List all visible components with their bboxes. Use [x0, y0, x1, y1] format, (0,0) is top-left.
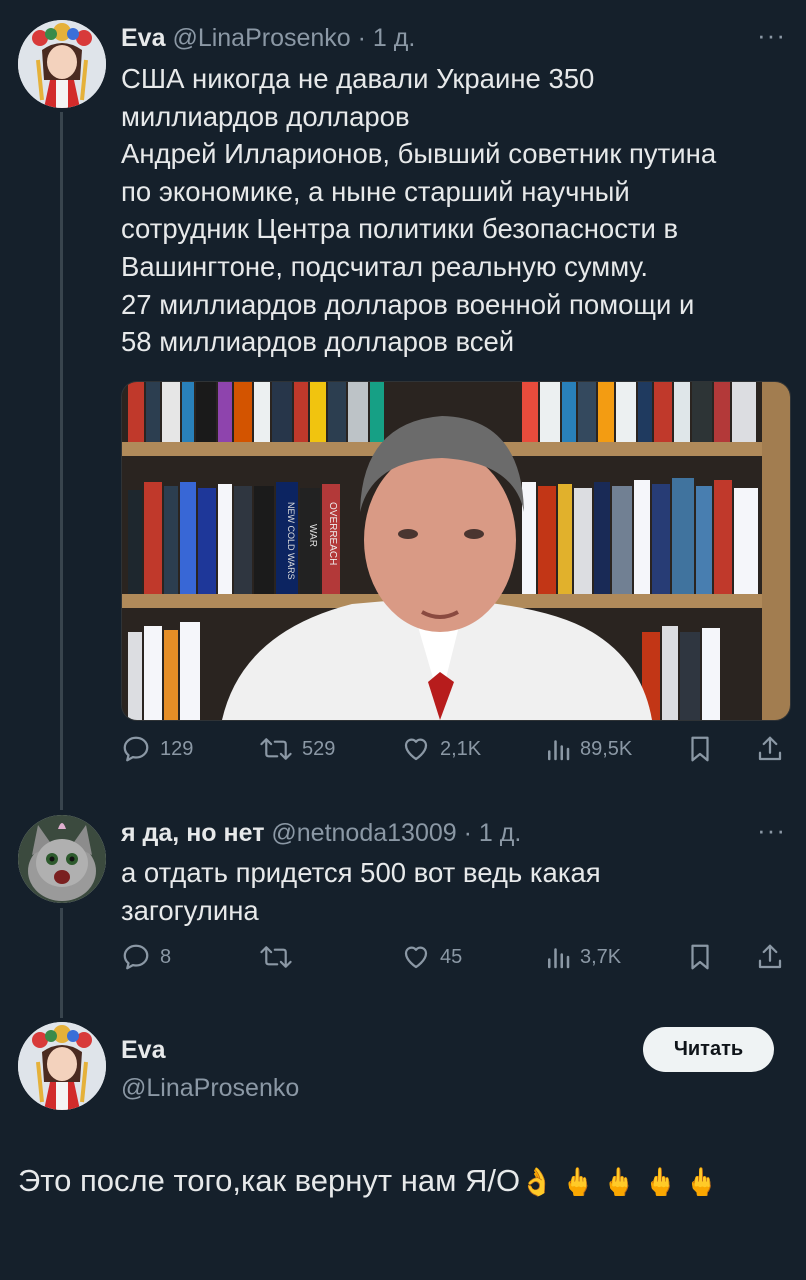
more-options-icon[interactable]: ··· — [757, 20, 786, 51]
profile-handle[interactable]: @LinaProsenko — [121, 1074, 299, 1103]
avatar[interactable] — [18, 815, 106, 903]
reply-actions: 8 45 3,7K — [121, 942, 789, 982]
tweet-text-line: миллиардов долларов — [121, 100, 410, 132]
author-name[interactable]: Eva — [121, 1036, 165, 1064]
avatar[interactable] — [18, 20, 106, 108]
reply-icon — [123, 944, 149, 970]
bookmark-button[interactable] — [687, 734, 713, 764]
retweet-button[interactable]: 529 — [259, 734, 335, 764]
tweet-media-image[interactable]: WAR NEW COLD WARS OVERREACH — [121, 381, 791, 721]
tweet-header: Eva @LinaProsenko · 1 д. — [121, 24, 415, 53]
like-count: 2,1K — [440, 737, 482, 760]
avatar-illustration — [18, 20, 106, 108]
avatar-illustration — [18, 1022, 106, 1110]
bookmark-button[interactable] — [687, 942, 713, 972]
tweet-text-line: США никогда не давали Украине 350 — [121, 63, 595, 94]
tweet-text-line: Вашингтоне, подсчитал реальную сумму. — [121, 250, 649, 282]
like-count: 45 — [440, 945, 463, 968]
reply-icon — [123, 736, 149, 762]
reply-text-line: а отдать придется 500 вот ведь какая — [121, 857, 601, 888]
tweet-text-line: Андрей Илларионов, бывший советник путин… — [121, 138, 717, 170]
views-count: 3,7K — [580, 945, 622, 968]
share-button[interactable] — [755, 942, 785, 972]
tweet-text-line: сотрудник Центра политики безопасности в — [121, 213, 679, 245]
emoji-icons: 👌 🖕 🖕 🖕 🖕 — [520, 1167, 719, 1197]
reply-count: 8 — [160, 945, 172, 968]
bookmark-icon — [691, 944, 709, 970]
share-button[interactable] — [755, 734, 785, 764]
views-button[interactable]: 3,7K — [545, 942, 621, 972]
composed-reply-text: Это после того,как вернут нам Я/О — [18, 1163, 521, 1198]
retweet-count: 529 — [302, 737, 336, 760]
thread-line — [60, 908, 63, 1018]
views-icon — [548, 948, 570, 969]
tweet-text-line: 27 миллиардов долларов военной помощи и — [121, 288, 695, 320]
avatar[interactable] — [18, 1022, 106, 1110]
tweet-time[interactable]: · 1 д. — [358, 24, 416, 52]
views-icon — [548, 740, 570, 761]
retweet-icon — [260, 946, 292, 968]
share-icon — [758, 736, 782, 761]
bookmark-icon — [691, 736, 709, 762]
tweet-actions: 129 529 2,1K 89,5K — [121, 734, 789, 774]
follow-button[interactable]: Читать — [643, 1027, 774, 1072]
reply-button[interactable]: 8 — [121, 942, 171, 972]
author-name[interactable]: Eva — [121, 24, 165, 52]
share-icon — [758, 944, 782, 969]
thread-line — [60, 112, 63, 810]
reply-button[interactable]: 129 — [121, 734, 193, 764]
composed-reply: Это после того,как вернут нам Я/О👌 🖕 🖕 🖕… — [18, 1160, 788, 1203]
like-button[interactable]: 45 — [401, 942, 462, 972]
like-button[interactable]: 2,1K — [401, 734, 481, 764]
reply-header: я да, но нет @netnoda13009 · 1 д. — [121, 819, 521, 848]
retweet-icon — [260, 738, 292, 760]
author-name[interactable]: я да, но нет — [121, 819, 264, 847]
tweet-text-line: по экономике, а ныне старший научный — [121, 175, 630, 207]
retweet-button[interactable] — [259, 942, 302, 972]
avatar-illustration — [18, 815, 106, 903]
views-button[interactable]: 89,5K — [545, 734, 632, 764]
reply-count: 129 — [160, 737, 194, 760]
heart-icon — [404, 946, 428, 969]
tweet-text: США никогда не давали Украине 350 миллиа… — [121, 60, 716, 361]
reply-text: а отдать придется 500 вот ведь какая заг… — [121, 854, 601, 929]
tweet-text-line: 58 миллиардов долларов всей — [121, 326, 515, 358]
profile-name[interactable]: Eva — [121, 1036, 165, 1065]
tweet-time[interactable]: · 1 д. — [464, 819, 522, 847]
book-spine-label: WAR — [307, 524, 318, 547]
views-count: 89,5K — [580, 737, 633, 760]
video-frame-illustration: WAR NEW COLD WARS OVERREACH — [122, 382, 790, 720]
author-handle[interactable]: @LinaProsenko — [172, 24, 350, 52]
author-handle[interactable]: @netnoda13009 — [271, 819, 456, 847]
book-spine-label: NEW COLD WARS — [286, 502, 296, 580]
reply-text-line: загогулина — [121, 894, 259, 926]
heart-icon — [404, 738, 428, 761]
more-options-icon[interactable]: ··· — [757, 815, 786, 846]
book-spine-label: OVERREACH — [327, 502, 338, 565]
